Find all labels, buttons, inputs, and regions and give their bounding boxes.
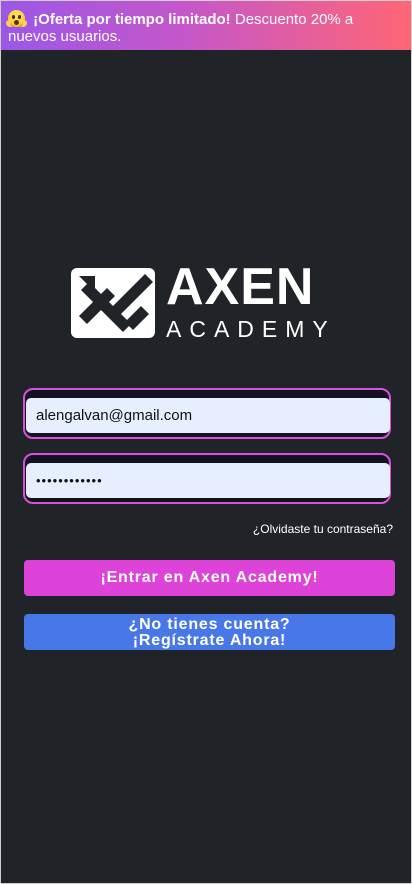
forgot-password-link[interactable]: ¿Olvidaste tu contraseña? xyxy=(253,522,393,536)
password-field-wrapper xyxy=(23,453,391,504)
password-field[interactable] xyxy=(26,463,390,498)
promo-banner: ¡Oferta por tiempo limitado! Descuento 2… xyxy=(1,1,411,50)
axen-academy-logo: AXEN ACADEMY xyxy=(71,261,343,342)
logo-subtitle: ACADEMY xyxy=(166,316,336,342)
register-button[interactable]: ¿No tienes cuenta? ¡Regístrate Ahora! xyxy=(24,614,395,650)
logo-brand: AXEN xyxy=(166,258,315,316)
email-field[interactable] xyxy=(26,398,390,433)
app-frame: ¡Oferta por tiempo limitado! Descuento 2… xyxy=(0,0,412,884)
promo-highlight: ¡Oferta por tiempo limitado! xyxy=(33,11,231,28)
register-line-1: ¿No tienes cuenta? xyxy=(128,615,291,633)
screaming-face-icon xyxy=(8,10,25,27)
register-line-2: ¡Regístrate Ahora! xyxy=(132,631,287,649)
axen-logo-icon xyxy=(71,268,155,338)
login-button[interactable]: ¡Entrar en Axen Academy! xyxy=(24,560,395,596)
email-field-wrapper xyxy=(23,388,391,439)
